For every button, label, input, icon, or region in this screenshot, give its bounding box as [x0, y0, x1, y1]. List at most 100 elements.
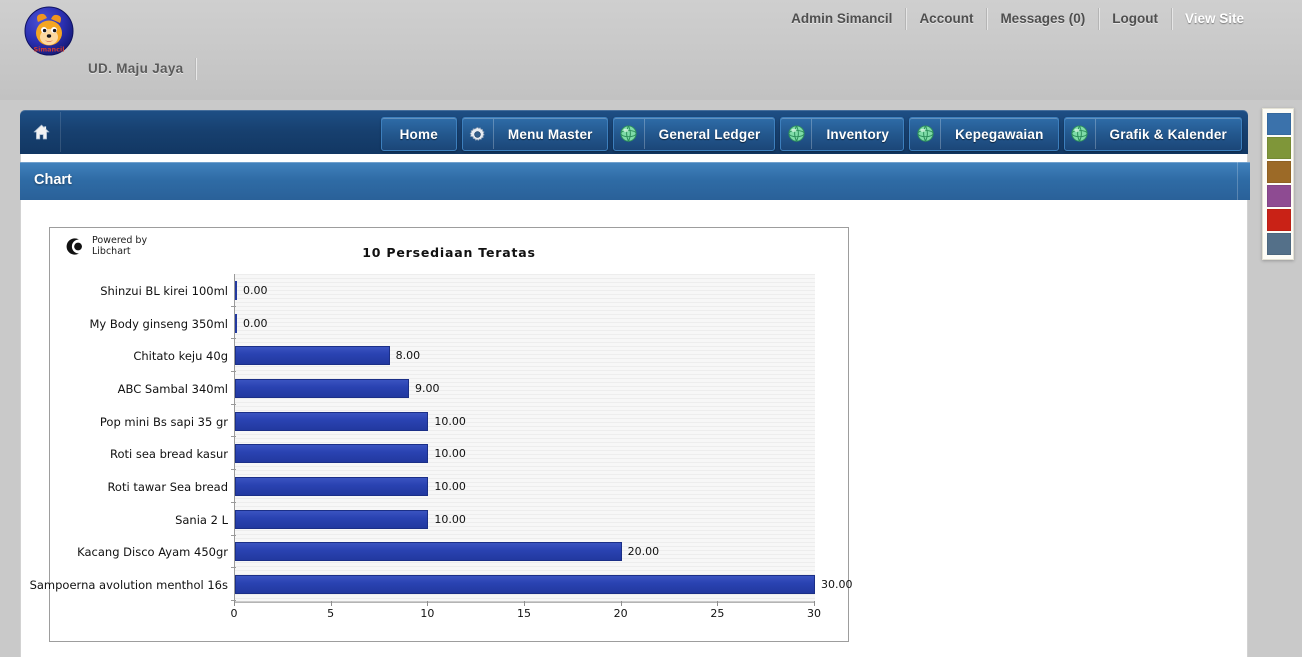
- chart-x-tick: [427, 601, 428, 606]
- nav-item-inventory-label: Inventory: [812, 127, 903, 142]
- chart-bar-value-label: 10.00: [434, 415, 466, 428]
- nav-item-general-ledger[interactable]: General Ledger: [613, 117, 776, 151]
- chart-bar-row: 10.00: [235, 503, 815, 536]
- chart-bar-row: 30.00: [235, 568, 815, 601]
- chart-x-tick-label: 10: [420, 607, 434, 620]
- chart-x-tick: [621, 601, 622, 606]
- swatch-olive[interactable]: [1267, 137, 1291, 159]
- top-nav-item-logout[interactable]: Logout: [1099, 8, 1172, 30]
- chart-bar-value-label: 8.00: [396, 349, 421, 362]
- swatch-slate[interactable]: [1267, 233, 1291, 255]
- chart-x-tick-label: 0: [231, 607, 238, 620]
- globe-icon: [614, 119, 645, 149]
- chart-category-label: Pop mini Bs sapi 35 gr: [100, 415, 228, 429]
- chart-x-tick: [234, 601, 235, 606]
- chart-title: 10 Persediaan Teratas: [50, 245, 848, 260]
- site-name: UD. Maju Jaya: [88, 61, 183, 76]
- swatch-purple[interactable]: [1267, 185, 1291, 207]
- chart-bar: [235, 346, 390, 365]
- chart-bar: [235, 477, 428, 496]
- chart-bar-value-label: 30.00: [821, 578, 853, 591]
- page-title: Chart: [34, 172, 72, 188]
- chart-bar-row: 10.00: [235, 405, 815, 438]
- chart-bar-value-label: 0.00: [243, 317, 268, 330]
- chart-bar-value-label: 0.00: [243, 284, 268, 297]
- chart-bar-value-label: 20.00: [628, 545, 660, 558]
- chart-x-tick: [717, 601, 718, 606]
- nav-item-home[interactable]: Home: [381, 117, 457, 151]
- nav-item-inventory[interactable]: Inventory: [780, 117, 904, 151]
- chart-x-tick-label: 5: [327, 607, 334, 620]
- chart-bar-row: 10.00: [235, 470, 815, 503]
- nav-item-grafik-kalender[interactable]: Grafik & Kalender: [1064, 117, 1242, 151]
- chart-x-tick: [331, 601, 332, 606]
- page-header: Simancil UD. Maju Jaya Admin Simancil Ac…: [0, 0, 1302, 100]
- header-divider: [195, 58, 196, 80]
- nav-item-grafik-kalender-label: Grafik & Kalender: [1096, 127, 1241, 142]
- chart-category-label: Shinzui BL kirei 100ml: [100, 284, 228, 298]
- chart-bar: [235, 510, 428, 529]
- globe-icon: [781, 119, 812, 149]
- top-nav-item-account[interactable]: Account: [906, 8, 987, 30]
- chart-plot-area: 0.00 0.00 8.00 9.00 10.00 10.00 10.00 10.00 20.0…: [234, 274, 815, 601]
- chart-container: Powered byLibchart 10 Persediaan Teratas…: [49, 227, 849, 642]
- chart-bar: [235, 575, 815, 594]
- globe-icon: [1065, 119, 1096, 149]
- chart-bar-row: 10.00: [235, 438, 815, 471]
- nav-item-menu-master[interactable]: Menu Master: [462, 117, 608, 151]
- chart-category-label: Sania 2 L: [175, 513, 228, 527]
- swatch-brown[interactable]: [1267, 161, 1291, 183]
- swatch-blue[interactable]: [1267, 113, 1291, 135]
- chart-bar: [235, 412, 428, 431]
- house-icon: [33, 124, 50, 140]
- chart-bar: [235, 379, 409, 398]
- panel-title-bar: Chart: [20, 162, 1250, 200]
- main-navigation-bar: Home Menu Master General Ledger: [20, 110, 1248, 154]
- globe-icon: [910, 119, 941, 149]
- chart-bar-row: 9.00: [235, 372, 815, 405]
- chart-category-label: My Body ginseng 350ml: [89, 317, 228, 331]
- chart-bar-value-label: 10.00: [434, 513, 466, 526]
- chart-bar-row: 0.00: [235, 274, 815, 307]
- chart-x-tick-label: 25: [710, 607, 724, 620]
- chart-x-tick-label: 15: [517, 607, 531, 620]
- chart-bar: [235, 281, 237, 300]
- chart-bar-value-label: 10.00: [434, 447, 466, 460]
- chart-category-label: ABC Sambal 340ml: [118, 382, 228, 396]
- top-nav-item-admin[interactable]: Admin Simancil: [778, 8, 906, 30]
- chart-bar-row: 0.00: [235, 307, 815, 340]
- top-nav-item-view-site[interactable]: View Site: [1172, 8, 1244, 30]
- chart-category-label: Roti sea bread kasur: [110, 447, 228, 461]
- nav-item-kepegawaian-label: Kepegawaian: [941, 127, 1057, 142]
- chart-category-label: Roti tawar Sea bread: [107, 480, 228, 494]
- chart-x-tick: [524, 601, 525, 606]
- chart-x-tick: [814, 601, 815, 606]
- squirrel-mascot-logo-icon: Simancil: [24, 6, 74, 56]
- color-swatch-panel: [1262, 108, 1294, 260]
- swatch-red[interactable]: [1267, 209, 1291, 231]
- content-panel: Chart Powered byLibchart 10 Persediaan T…: [20, 154, 1248, 657]
- chart-x-tick-label: 30: [807, 607, 821, 620]
- nav-item-kepegawaian[interactable]: Kepegawaian: [909, 117, 1058, 151]
- chart-bar-value-label: 10.00: [434, 480, 466, 493]
- top-navigation: Admin Simancil Account Messages (0) Logo…: [778, 8, 1244, 30]
- chart-bar-row: 20.00: [235, 536, 815, 569]
- site-logo[interactable]: Simancil: [24, 6, 74, 56]
- home-button[interactable]: [22, 112, 61, 152]
- nav-item-menu-master-label: Menu Master: [494, 127, 607, 142]
- top-nav-item-messages[interactable]: Messages (0): [987, 8, 1099, 30]
- chart-category-label: Chitato keju 40g: [133, 349, 228, 363]
- chart-bar: [235, 314, 237, 333]
- chart-category-label: Sampoerna avolution menthol 16s: [30, 578, 228, 592]
- chart-category-label: Kacang Disco Ayam 450gr: [77, 545, 228, 559]
- gear-icon: [463, 119, 494, 149]
- chart-bar: [235, 542, 622, 561]
- chart-bar-value-label: 9.00: [415, 382, 440, 395]
- nav-item-home-label: Home: [382, 127, 456, 142]
- chart-bar-row: 8.00: [235, 339, 815, 372]
- nav-item-general-ledger-label: General Ledger: [645, 127, 775, 142]
- chart-bar: [235, 444, 428, 463]
- main-nav-items: Home Menu Master General Ledger: [376, 117, 1242, 149]
- svg-text:Simancil: Simancil: [33, 46, 64, 54]
- chart-x-tick-label: 20: [614, 607, 628, 620]
